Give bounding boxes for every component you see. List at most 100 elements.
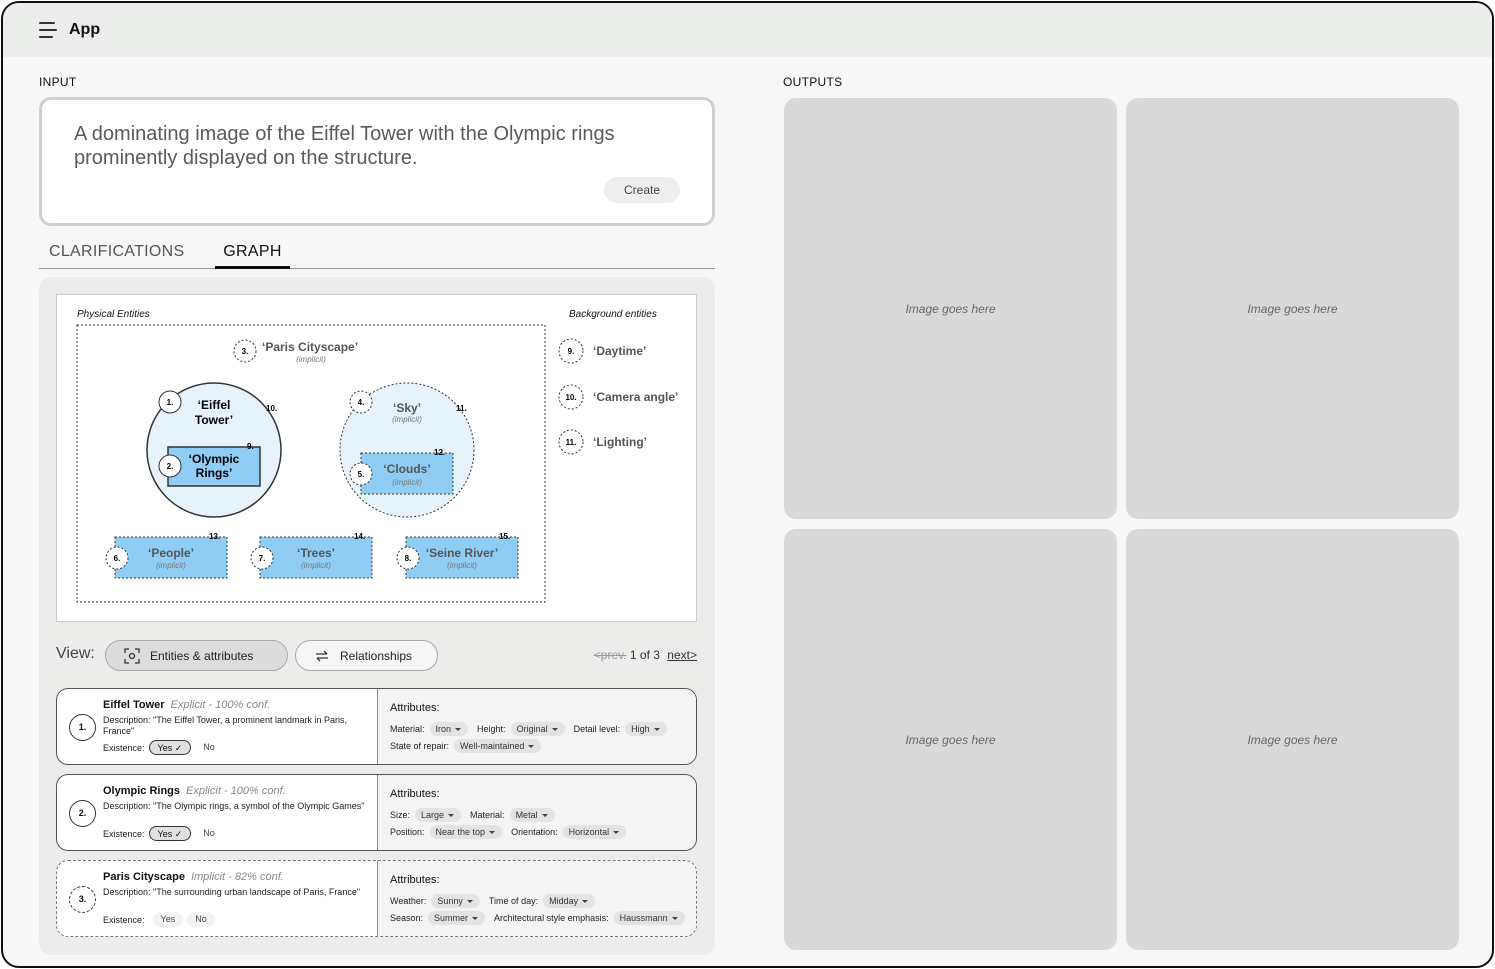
entity-number: 1. bbox=[69, 714, 96, 741]
svg-text:12.: 12. bbox=[434, 448, 445, 457]
existence-label: Existence: bbox=[103, 742, 145, 753]
check-icon: ✓ bbox=[174, 829, 183, 839]
attribute-row: Material: Iron Height: Original Detail lev… bbox=[390, 722, 676, 736]
existence-yes-button[interactable]: Yes ✓ bbox=[148, 826, 192, 841]
svg-text:‘Sky’: ‘Sky’ bbox=[393, 401, 421, 415]
attribute-select[interactable]: Midday bbox=[543, 894, 596, 908]
existence-row: Existence: Yes ✓ No bbox=[103, 826, 223, 841]
attribute-select[interactable]: Large bbox=[415, 808, 462, 822]
node-sky[interactable]: ‘Sky’ (implicit) 11. 4. bbox=[339, 382, 475, 518]
attribute-select[interactable]: Horizontal bbox=[562, 825, 627, 839]
entity-description: Description: "The Olympic rings, a symbo… bbox=[103, 801, 365, 811]
existence-no-button[interactable]: No bbox=[195, 740, 223, 755]
attribute-select[interactable]: Sunny bbox=[431, 894, 480, 908]
menu-icon[interactable] bbox=[39, 22, 57, 38]
node-trees[interactable]: ‘Trees’ (implicit) 14. 7. bbox=[250, 532, 373, 579]
entity-name: Paris Cityscape Implicit - 82% conf. bbox=[103, 871, 284, 883]
output-image-1[interactable]: Image goes here bbox=[784, 98, 1117, 519]
attribute-row: State of repair: Well-maintained bbox=[390, 739, 550, 753]
tab-clarifications[interactable]: CLARIFICATIONS bbox=[49, 243, 184, 261]
existence-yes-button[interactable]: Yes bbox=[152, 912, 184, 927]
svg-text:‘Trees’: ‘Trees’ bbox=[297, 546, 335, 560]
background-entity-camera-angle[interactable]: 10. ‘Camera angle’ bbox=[558, 384, 678, 410]
entity-card-olympic-rings: 2. Olympic Rings Explicit - 100% conf. De… bbox=[56, 774, 697, 851]
svg-text:13.: 13. bbox=[209, 532, 220, 541]
svg-text:‘Eiffel: ‘Eiffel bbox=[198, 398, 231, 412]
attribute-select[interactable]: Original bbox=[510, 722, 565, 736]
output-image-3[interactable]: Image goes here bbox=[784, 529, 1117, 950]
svg-text:9.: 9. bbox=[247, 442, 254, 451]
svg-text:9.: 9. bbox=[568, 347, 575, 356]
entity-confidence: Implicit - 82% conf. bbox=[190, 871, 284, 883]
attribute-select[interactable]: Iron bbox=[429, 722, 469, 736]
focus-icon bbox=[124, 647, 140, 664]
existence-no-button[interactable]: No bbox=[195, 826, 223, 841]
existence-label: Existence: bbox=[103, 914, 145, 925]
entities-attributes-label: Entities & attributes bbox=[150, 648, 254, 663]
view-controls: View: Entities & attributes Relationship… bbox=[56, 640, 697, 671]
swap-arrows-icon bbox=[316, 650, 328, 661]
svg-text:‘Daytime’: ‘Daytime’ bbox=[593, 344, 646, 358]
svg-text:3.: 3. bbox=[242, 347, 249, 356]
prompt-input[interactable]: A dominating image of the Eiffel Tower w… bbox=[39, 97, 715, 226]
entities-attributes-button[interactable]: Entities & attributes bbox=[105, 640, 288, 671]
app-window: App INPUT A dominating image of the Eiff… bbox=[1, 1, 1494, 968]
tab-graph[interactable]: GRAPH bbox=[215, 243, 290, 269]
check-icon: ✓ bbox=[174, 743, 183, 753]
svg-text:7.: 7. bbox=[259, 554, 266, 563]
attribute-select[interactable]: Well-maintained bbox=[454, 739, 542, 753]
background-entity-daytime[interactable]: 9. ‘Daytime’ bbox=[558, 338, 646, 364]
node-olympic-rings[interactable]: ‘Olympic Rings’ 9. 2. bbox=[158, 442, 261, 487]
node-clouds[interactable]: ‘Clouds’ (implicit) 12. 5. bbox=[349, 448, 454, 495]
background-entity-lighting[interactable]: 11. ‘Lighting’ bbox=[558, 429, 647, 455]
pagination: <prev. 1 of 3 next> bbox=[594, 648, 697, 662]
create-button[interactable]: Create bbox=[604, 177, 680, 203]
entity-card-paris-cityscape: 3. Paris Cityscape Implicit - 82% conf. D… bbox=[56, 860, 697, 937]
svg-text:(implicit): (implicit) bbox=[301, 561, 331, 570]
node-paris-cityscape[interactable]: 3. ‘Paris Cityscape’ (implicit) bbox=[233, 339, 358, 364]
attribute-select[interactable]: Near the top bbox=[429, 825, 503, 839]
existence-no-button[interactable]: No bbox=[187, 912, 215, 927]
entity-card-eiffel-tower: 1. Eiffel Tower Explicit - 100% conf. Des… bbox=[56, 688, 697, 765]
existence-label: Existence: bbox=[103, 828, 145, 839]
svg-text:Tower’: Tower’ bbox=[195, 413, 233, 427]
prompt-text[interactable]: A dominating image of the Eiffel Tower w… bbox=[74, 122, 694, 170]
relationships-button[interactable]: Relationships bbox=[295, 640, 438, 671]
svg-text:6.: 6. bbox=[114, 554, 121, 563]
background-entities-label: Background entities bbox=[569, 309, 657, 320]
attributes-title: Attributes: bbox=[390, 874, 440, 886]
relationships-label: Relationships bbox=[340, 648, 413, 663]
attributes-panel: Attributes: Size: Large Material: Metal Po… bbox=[377, 775, 696, 850]
svg-text:11.: 11. bbox=[456, 404, 467, 413]
entity-confidence: Explicit - 100% conf. bbox=[170, 699, 271, 711]
output-image-4[interactable]: Image goes here bbox=[1126, 529, 1459, 950]
svg-text:‘Clouds’: ‘Clouds’ bbox=[383, 462, 430, 476]
outputs-section-label: OUTPUTS bbox=[783, 75, 843, 89]
svg-text:1.: 1. bbox=[167, 398, 174, 407]
existence-row: Existence: Yes No bbox=[103, 912, 215, 927]
svg-text:‘Paris Cityscape’: ‘Paris Cityscape’ bbox=[262, 340, 358, 354]
next-link[interactable]: next> bbox=[667, 648, 697, 662]
attribute-select[interactable]: Summer bbox=[428, 911, 486, 925]
attribute-select[interactable]: High bbox=[625, 722, 667, 736]
prev-link[interactable]: <prev. bbox=[594, 648, 627, 662]
svg-text:10.: 10. bbox=[565, 393, 576, 402]
node-people[interactable]: ‘People’ (implicit) 13. 6. bbox=[105, 532, 228, 579]
svg-text:15.: 15. bbox=[499, 532, 510, 541]
node-seine-river[interactable]: ‘Seine River’ (implicit) 15. 8. bbox=[396, 532, 519, 579]
entity-name: Olympic Rings Explicit - 100% conf. bbox=[103, 785, 286, 797]
attribute-select[interactable]: Haussmann bbox=[613, 911, 685, 925]
existence-yes-button[interactable]: Yes ✓ bbox=[148, 740, 192, 755]
svg-text:11.: 11. bbox=[566, 438, 577, 447]
svg-text:(implicit): (implicit) bbox=[392, 415, 422, 424]
svg-text:‘Seine River’: ‘Seine River’ bbox=[426, 546, 498, 560]
existence-row: Existence: Yes ✓ No bbox=[103, 740, 223, 755]
svg-text:Rings’: Rings’ bbox=[196, 466, 233, 480]
output-image-2[interactable]: Image goes here bbox=[1126, 98, 1459, 519]
attribute-select[interactable]: Metal bbox=[509, 808, 555, 822]
tab-bar: CLARIFICATIONS GRAPH bbox=[39, 239, 715, 269]
svg-text:5.: 5. bbox=[358, 470, 365, 479]
entity-number: 2. bbox=[69, 800, 96, 827]
entity-graph: Physical Entities Background entities 3.… bbox=[56, 294, 697, 622]
attribute-row: Size: Large Material: Metal bbox=[390, 808, 564, 822]
